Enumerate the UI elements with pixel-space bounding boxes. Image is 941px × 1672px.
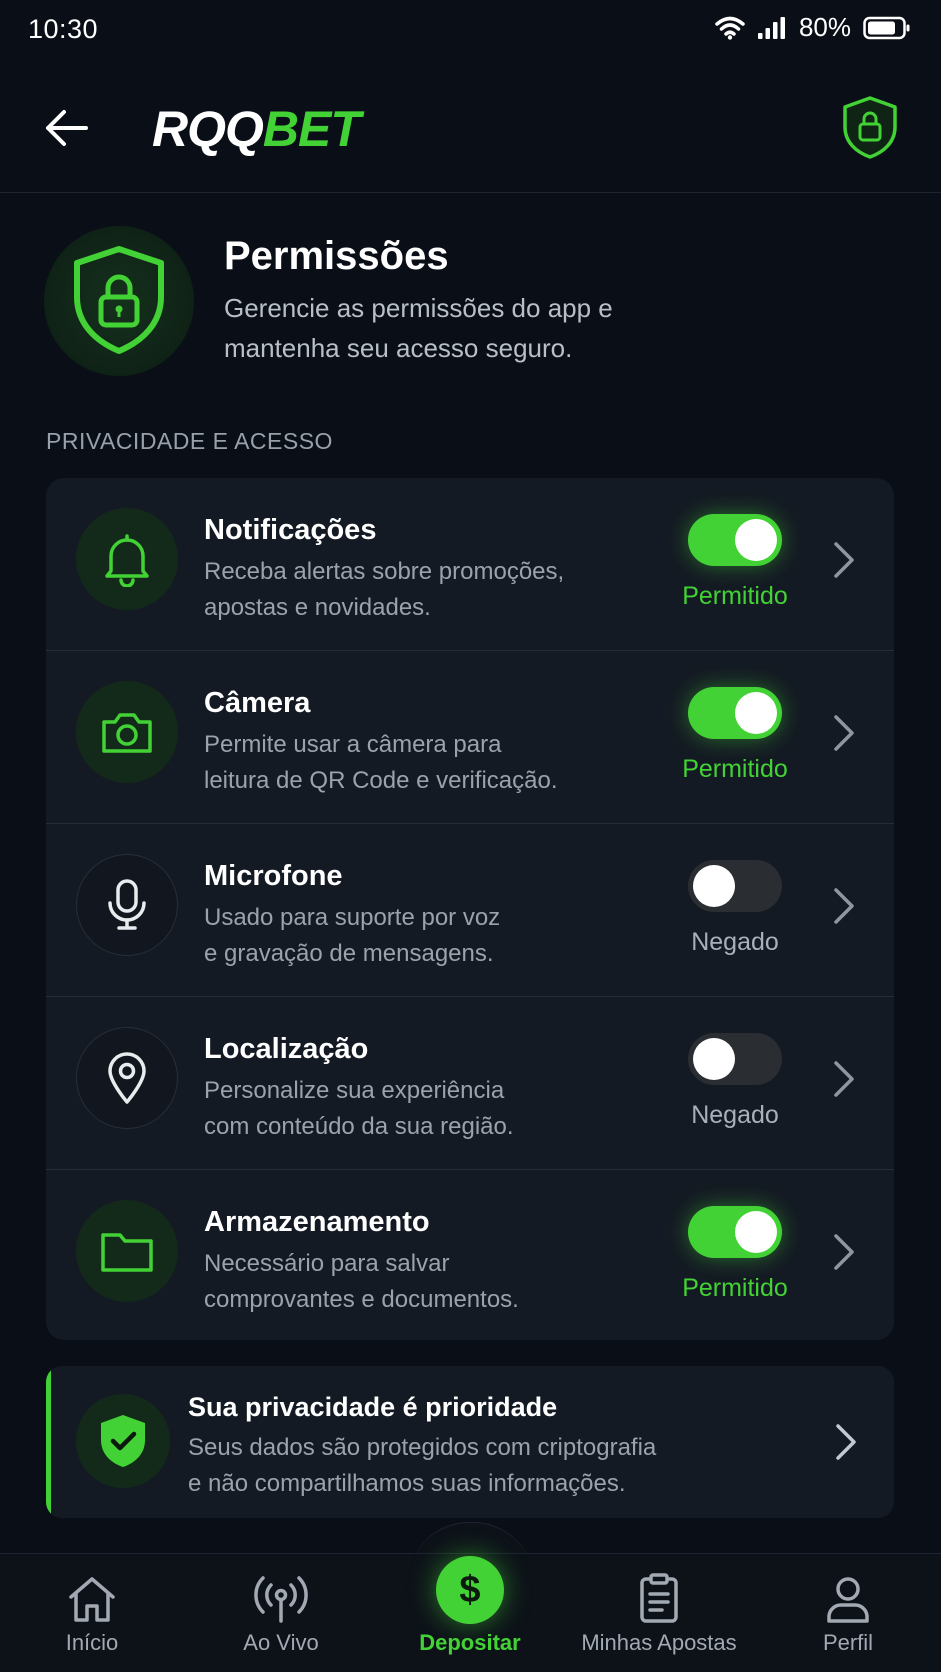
chevron-right-icon[interactable] [832, 540, 856, 580]
permission-title: Câmera [204, 687, 311, 719]
description-line: Usado para suporte por voz [204, 904, 501, 931]
permission-icon-wrap [76, 508, 178, 610]
chevron-right-icon[interactable] [832, 886, 856, 926]
app-logo: RQQBET [152, 100, 361, 158]
permission-status: Permitido [682, 582, 788, 610]
description-line: Seus dados são protegidos com criptograf… [188, 1434, 657, 1461]
permission-description: Usado para suporte por voz e gravação de… [204, 900, 624, 972]
description-line: Permite usar a câmera para [204, 731, 502, 758]
nav-label: Depositar [419, 1630, 521, 1655]
privacy-description: Seus dados são protegidos com criptograf… [188, 1430, 748, 1502]
permissions-list: Notificações Receba alertas sobre promoç… [46, 478, 894, 1340]
toggle-knob [693, 865, 735, 907]
privacy-banner[interactable]: Sua privacidade é prioridade Seus dados … [46, 1366, 894, 1518]
shield-check-icon [101, 1415, 145, 1467]
wifi-icon [715, 16, 745, 40]
permission-title: Notificações [204, 514, 377, 546]
nav-label: Minhas Apostas [581, 1630, 737, 1655]
shield-lock-icon[interactable] [839, 94, 901, 160]
shield-lock-icon [74, 246, 164, 354]
nav-item-my-bets[interactable]: Minhas Apostas [569, 1564, 749, 1656]
permissions-shield-badge [44, 226, 194, 376]
location-pin-icon [108, 1052, 146, 1104]
chevron-right-icon[interactable] [832, 713, 856, 753]
description-line: e gravação de mensagens. [204, 940, 494, 967]
permission-row-camera[interactable]: Câmera Permite usar a câmera para leitur… [46, 651, 894, 823]
accent-bar [46, 1366, 51, 1518]
back-arrow-icon[interactable] [40, 102, 92, 154]
permission-toggle[interactable] [688, 860, 782, 912]
permission-icon-wrap [76, 1027, 178, 1129]
chevron-right-icon[interactable] [832, 1059, 856, 1099]
user-icon [827, 1577, 869, 1623]
permission-description: Receba alertas sobre promoções, apostas … [204, 554, 624, 626]
status-time: 10:30 [28, 14, 99, 44]
camera-icon [102, 713, 152, 753]
permission-icon-wrap [76, 681, 178, 783]
toggle-knob [693, 1038, 735, 1080]
logo-part-white: RQQ [152, 101, 264, 157]
battery-icon [863, 16, 910, 39]
permission-toggle[interactable] [688, 514, 782, 566]
permission-icon-wrap [76, 854, 178, 956]
permission-description: Personalize sua experiência com conteúdo… [204, 1073, 624, 1145]
permission-row-microphone[interactable]: Microfone Usado para suporte por voz e g… [46, 824, 894, 996]
privacy-icon-wrap [76, 1394, 170, 1488]
logo-part-green: BET [262, 101, 361, 157]
permission-title: Armazenamento [204, 1206, 430, 1238]
page-description: Gerencie as permissões do app e mantenha… [224, 293, 613, 363]
toggle-knob [735, 1211, 777, 1253]
description-line: leitura de QR Code e verificação. [204, 767, 558, 794]
description-line: e não compartilhamos suas informações. [188, 1470, 626, 1497]
bottom-nav: Início Ao Vivo $ Depositar Minhas Aposta… [0, 1553, 941, 1672]
permission-icon-wrap [76, 1200, 178, 1302]
bell-icon [105, 534, 149, 587]
folder-icon [101, 1233, 153, 1272]
description-line: com conteúdo da sua região. [204, 1113, 514, 1140]
permission-toggle[interactable] [688, 1033, 782, 1085]
permission-status: Negado [691, 928, 779, 956]
app-header: RQQBET [0, 64, 941, 193]
permission-status: Permitido [682, 755, 788, 783]
nav-label: Início [65, 1630, 119, 1655]
clipboard-icon [640, 1573, 678, 1623]
nav-label: Ao Vivo [243, 1630, 319, 1655]
toggle-knob [735, 519, 777, 561]
chevron-right-icon[interactable] [832, 1232, 856, 1272]
microphone-icon [108, 879, 146, 930]
nav-label: Perfil [822, 1630, 874, 1655]
home-icon [69, 1577, 115, 1622]
permission-row-notifications[interactable]: Notificações Receba alertas sobre promoç… [46, 478, 894, 650]
permission-description: Permite usar a câmera para leitura de QR… [204, 727, 624, 799]
signal-icon [757, 16, 785, 39]
toggle-knob [735, 692, 777, 734]
status-icons: 80% [715, 12, 911, 43]
permission-description: Necessário para salvar comprovantes e do… [204, 1246, 624, 1318]
permission-toggle[interactable] [688, 687, 782, 739]
chevron-right-icon[interactable] [834, 1422, 858, 1462]
broadcast-icon [254, 1576, 308, 1623]
section-label: PRIVACIDADE E ACESSO [46, 428, 333, 454]
permission-status: Permitido [682, 1274, 788, 1302]
nav-item-live[interactable]: Ao Vivo [191, 1564, 371, 1656]
permission-row-storage[interactable]: Armazenamento Necessário para salvar com… [46, 1170, 894, 1340]
page-title: Permissões [224, 234, 449, 278]
permission-toggle[interactable] [688, 1206, 782, 1258]
description-line: Personalize sua experiência [204, 1077, 505, 1104]
permission-row-location[interactable]: Localização Personalize sua experiência … [46, 997, 894, 1169]
description-line: Necessário para salvar [204, 1250, 450, 1277]
permission-status: Negado [691, 1101, 779, 1129]
dollar-icon: $ [436, 1556, 504, 1624]
description-line: comprovantes e documentos. [204, 1286, 519, 1313]
nav-item-profile[interactable]: Perfil [758, 1564, 938, 1656]
permission-title: Microfone [204, 860, 343, 892]
permission-title: Localização [204, 1033, 369, 1065]
description-line: Receba alertas sobre promoções, [204, 558, 565, 585]
nav-item-home[interactable]: Início [2, 1564, 182, 1656]
battery-percent: 80% [798, 12, 851, 42]
description-line: apostas e novidades. [204, 594, 431, 621]
nav-item-deposit[interactable]: $ Depositar [380, 1556, 560, 1656]
privacy-title: Sua privacidade é prioridade [188, 1392, 558, 1422]
status-bar: 10:30 80% [0, 0, 941, 64]
